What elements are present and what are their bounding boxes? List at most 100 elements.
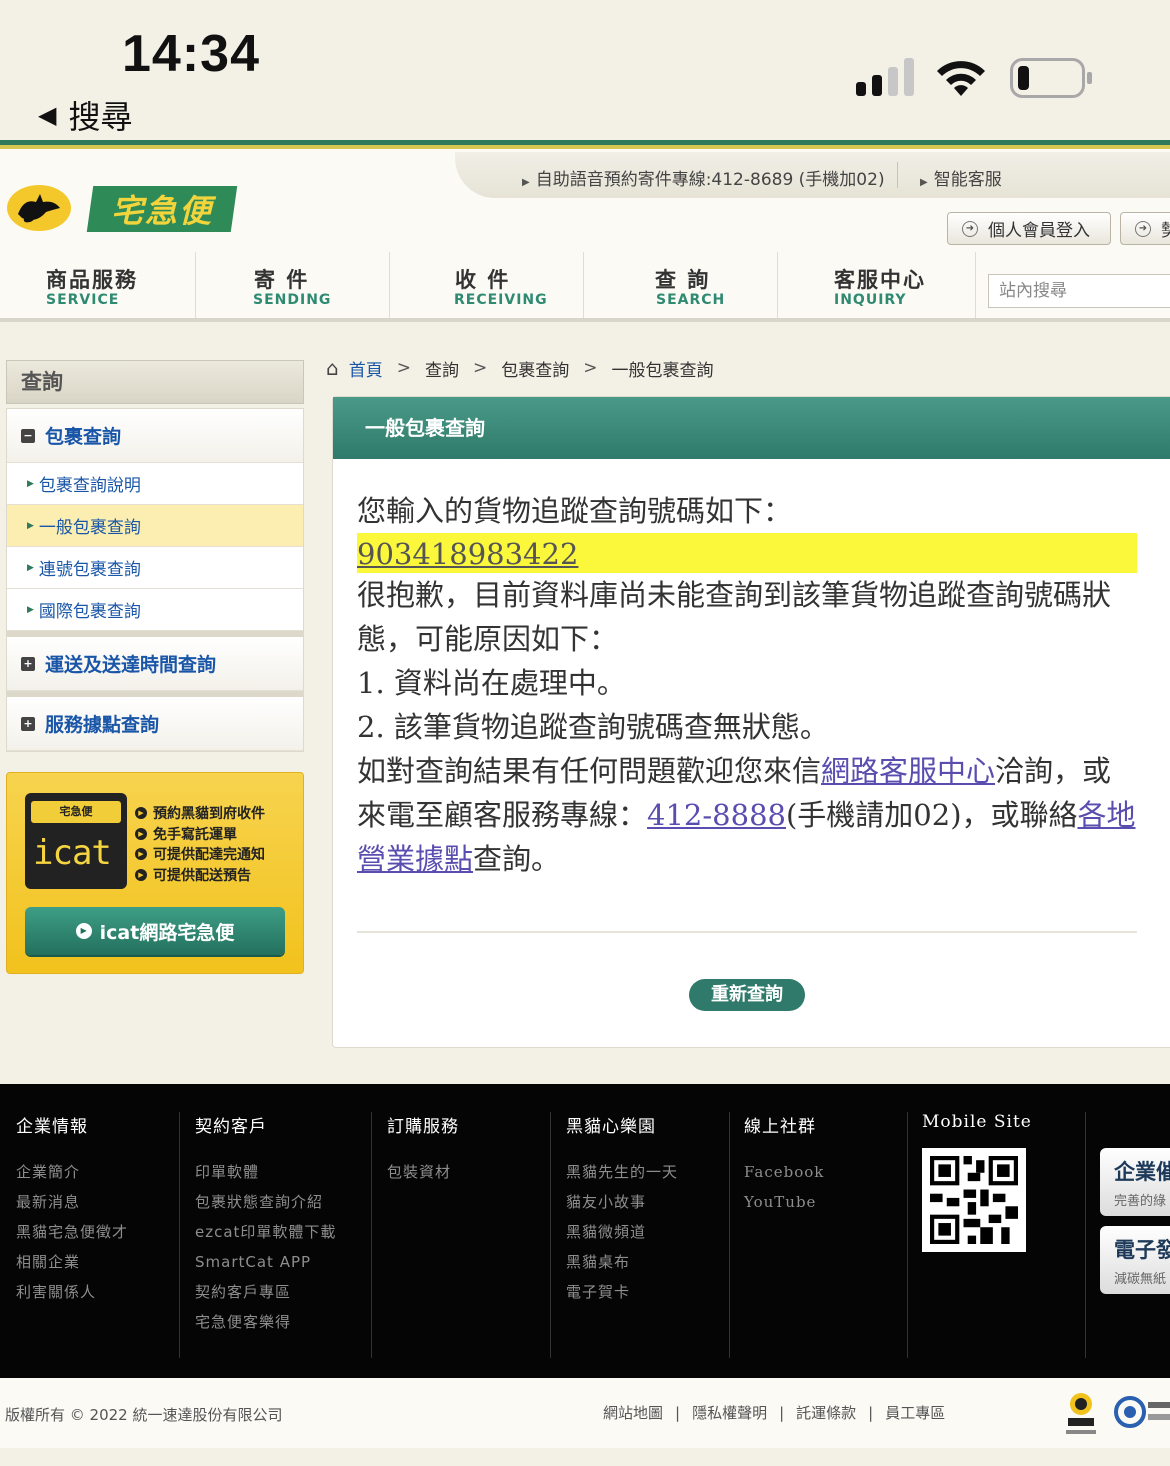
- wifi-icon: [937, 61, 985, 96]
- footer-link[interactable]: 包裝資材: [387, 1157, 550, 1187]
- arrow-right-circle-icon: ➜: [1135, 220, 1151, 237]
- header-bottom-border: [0, 318, 1170, 322]
- page-bottom-edge: [0, 1448, 1170, 1466]
- footer-link[interactable]: 相關企業: [16, 1247, 179, 1277]
- nav-inquiry[interactable]: 客服中心 INQUIRY: [778, 252, 976, 318]
- bottom-links: 網站地圖 | 隱私權聲明 | 託運條款 | 員工專區: [603, 1402, 945, 1423]
- sitemap-link[interactable]: 網站地圖: [603, 1402, 663, 1423]
- retry-query-button[interactable]: 重新查詢: [689, 979, 805, 1011]
- icat-logo: 宅急便 icat: [25, 793, 127, 889]
- privacy-link[interactable]: 隱私權聲明: [692, 1402, 767, 1423]
- result-reason-1: 1. 資料尚在處理中。: [357, 666, 626, 700]
- home-icon[interactable]: ⌂: [326, 356, 339, 380]
- corporate-card-banner[interactable]: 企業催 完善的綠: [1100, 1148, 1170, 1216]
- site-search-input[interactable]: 站內搜尋: [988, 274, 1170, 308]
- result-panel: 一般包裹查詢 您輸入的貨物追蹤查詢號碼如下： 903418983422 很抱歉，…: [332, 396, 1170, 1048]
- arrow-right-icon: ▶: [27, 478, 34, 489]
- footer-link[interactable]: 企業簡介: [16, 1157, 179, 1187]
- icat-promo-banner[interactable]: 宅急便 icat ▶ 預約黑貓到府收件 ▶ 免手寫託運單 ▶ 可提供配達完通知 ▶ 可提…: [6, 772, 304, 974]
- back-to-search-button[interactable]: ◀ 搜尋: [38, 92, 132, 138]
- breadcrumb-parcel-query[interactable]: 包裹查詢: [501, 356, 569, 381]
- result-sorry: 很抱歉，目前資料庫尚未能查詢到該筆貨物追蹤查詢號碼狀態，可能原因如下：: [357, 578, 1112, 656]
- sosa-badge-icon: [1066, 1393, 1096, 1434]
- minus-icon: −: [21, 428, 35, 443]
- footer-link[interactable]: 宅急便客樂得: [195, 1307, 371, 1337]
- e-invoice-card-banner[interactable]: 電子發 減碳無紙: [1100, 1226, 1170, 1294]
- footer-link[interactable]: ezcat印單軟體下載: [195, 1217, 371, 1247]
- query-result-text: 您輸入的貨物追蹤查詢號碼如下： 903418983422 很抱歉，目前資料庫尚未…: [357, 489, 1137, 881]
- footer-link[interactable]: 電子賀卡: [566, 1277, 729, 1307]
- footer-link[interactable]: 契約客戶專區: [195, 1277, 371, 1307]
- list-item: ▶ 可提供配達完通知: [135, 844, 265, 865]
- result-intro: 您輸入的貨物追蹤查詢號碼如下：: [357, 494, 793, 528]
- icat-brand: icat: [33, 833, 112, 873]
- breadcrumb-home[interactable]: 首頁: [349, 356, 383, 381]
- sidebar-item-international-parcel-query[interactable]: ▶ 國際包裹查詢: [7, 589, 303, 631]
- sidebar-group-delivery-time-query[interactable]: + 運送及送達時間查詢: [7, 637, 303, 691]
- sidebar-item-serial-parcel-query[interactable]: ▶ 連號包裹查詢: [7, 547, 303, 589]
- footer-link[interactable]: SmartCat APP: [195, 1247, 371, 1277]
- sidebar: 查詢 − 包裹查詢 ▶ 包裹查詢說明 ▶ 一般包裹查詢 ▶ 連號包裹查詢 ▶ 國際包裹查…: [6, 360, 304, 752]
- footer-col-contract: 契約客戶 印單軟體 包裹狀態查詢介紹 ezcat印單軟體下載 SmartCat …: [195, 1112, 372, 1358]
- divider: |: [675, 1403, 681, 1422]
- icat-online-button[interactable]: ▶ icat網路宅急便: [25, 907, 285, 955]
- footer-col-paradise: 黑貓心樂園 黑貓先生的一天 貓友小故事 黑貓微頻道 黑貓桌布 電子賀卡: [566, 1112, 730, 1358]
- list-item: ▶ 免手寫託運單: [135, 824, 265, 845]
- smart-service-link[interactable]: ▶ 智能客服: [920, 165, 1002, 190]
- mini-logo: 宅急便: [31, 801, 121, 823]
- youtube-link[interactable]: YouTube: [744, 1187, 907, 1217]
- facebook-link[interactable]: Facebook: [744, 1157, 907, 1187]
- play-icon: ▶: [75, 923, 92, 939]
- footer-link[interactable]: 最新消息: [16, 1187, 179, 1217]
- chevron-right-icon: >: [583, 358, 598, 378]
- cellular-signal-icon: [856, 58, 914, 96]
- nav-search[interactable]: 查 詢 SEARCH: [584, 252, 778, 318]
- secondary-login-button[interactable]: ➜ 勢: [1120, 212, 1170, 245]
- footer-link[interactable]: 印單軟體: [195, 1157, 371, 1187]
- divider: |: [779, 1403, 785, 1422]
- breadcrumb-query[interactable]: 查詢: [425, 356, 459, 381]
- copyright-text: 版權所有 © 2022 統一速達股份有限公司: [5, 1406, 283, 1424]
- online-service-link[interactable]: 網路客服中心: [821, 754, 995, 788]
- service-phone-link[interactable]: 412-8888: [647, 798, 786, 832]
- chevron-right-icon: >: [396, 358, 411, 378]
- nav-service[interactable]: 商品服務 SERVICE: [4, 252, 196, 318]
- footer-link[interactable]: 黑貓桌布: [566, 1247, 729, 1277]
- result-contact: 如對查詢結果有任何問題歡迎您來信網路客服中心洽詢，或來電至顧客服務專線：412-…: [357, 754, 1136, 876]
- terms-link[interactable]: 託運條款: [796, 1402, 856, 1423]
- certification-badge-icon: [1114, 1396, 1170, 1428]
- voice-booking-link[interactable]: ▶ 自助語音預約寄件專線:412-8689 (手機加02): [522, 165, 885, 190]
- nav-sending[interactable]: 寄 件 SENDING: [196, 252, 390, 318]
- arrow-right-icon: ▶: [27, 520, 34, 531]
- sidebar-group-parcel-query[interactable]: − 包裹查詢: [7, 409, 303, 463]
- panel-title: 一般包裹查詢: [333, 397, 1170, 459]
- footer-link[interactable]: 包裹狀態查詢介紹: [195, 1187, 371, 1217]
- sidebar-menu: − 包裹查詢 ▶ 包裹查詢說明 ▶ 一般包裹查詢 ▶ 連號包裹查詢 ▶ 國際包裹查詢 +…: [6, 408, 304, 752]
- tracking-number[interactable]: 903418983422: [357, 533, 1137, 573]
- header-top-stripe-yellow: [0, 145, 1170, 149]
- arrow-right-circle-icon: ➜: [962, 220, 978, 237]
- logo-wordmark[interactable]: 宅急便: [86, 186, 238, 232]
- footer-link[interactable]: 黑貓宅急便徵才: [16, 1217, 179, 1247]
- footer-link[interactable]: 利害關係人: [16, 1277, 179, 1307]
- black-cat-logo-icon: [7, 185, 71, 231]
- nav-receiving[interactable]: 收 件 RECEIVING: [390, 252, 584, 318]
- arrow-right-icon: ▶: [27, 562, 34, 573]
- breadcrumb: ⌂ 首頁 > 查詢 > 包裹查詢 > 一般包裹查詢: [326, 356, 713, 381]
- sidebar-item-general-parcel-query[interactable]: ▶ 一般包裹查詢: [7, 505, 303, 547]
- footer-link[interactable]: 貓友小故事: [566, 1187, 729, 1217]
- bullet-arrow-icon: ▶: [135, 827, 147, 840]
- footer-link[interactable]: 黑貓先生的一天: [566, 1157, 729, 1187]
- sidebar-item-parcel-query-guide[interactable]: ▶ 包裹查詢說明: [7, 463, 303, 505]
- status-bar: 14:34 ◀ 搜尋: [0, 0, 1170, 140]
- arrow-right-icon: ▶: [522, 177, 530, 188]
- staff-area-link[interactable]: 員工專區: [885, 1402, 945, 1423]
- bullet-arrow-icon: ▶: [135, 807, 147, 820]
- back-arrow-icon: ◀: [38, 101, 57, 129]
- qr-code-icon[interactable]: [922, 1148, 1026, 1252]
- footer-link[interactable]: 黑貓微頻道: [566, 1217, 729, 1247]
- member-login-button[interactable]: ➜ 個人會員登入: [947, 212, 1111, 245]
- sidebar-group-service-point-query[interactable]: + 服務據點查詢: [7, 697, 303, 751]
- result-reason-2: 2. 該筆貨物追蹤查詢號碼查無狀態。: [357, 710, 829, 744]
- divider: [897, 162, 898, 188]
